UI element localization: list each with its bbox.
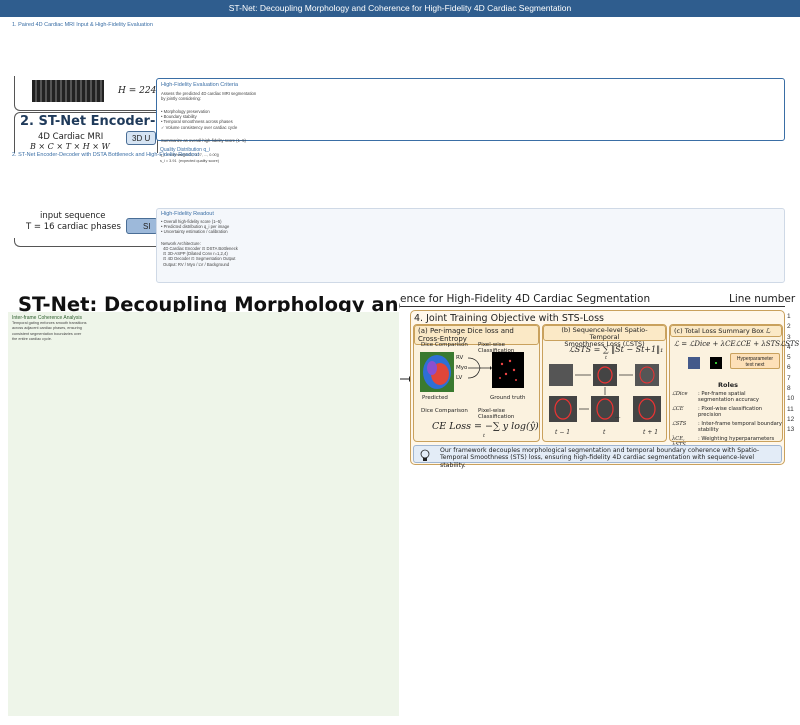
right-title-fragment: ence for High-Fidelity 4D Cardiac Segmen…: [400, 293, 651, 305]
role-symbol: ℒDice: [672, 391, 688, 397]
lv-label: LV: [456, 375, 463, 381]
readout-title: High-Fidelity Readout: [161, 211, 214, 217]
pixel-bottom-label: Pixel-wise Classification: [478, 408, 515, 420]
role-symbol: ℒCE: [672, 406, 684, 412]
sts-formula-sub: t: [605, 355, 608, 361]
temporal-frames-image: [549, 364, 661, 422]
coherence-card: Inter-frame Coherence Analysis Temporal …: [8, 312, 399, 716]
line-number-column: 1 2 3 4 5 6 7 8 10 11 12 13: [787, 312, 800, 436]
section1-link[interactable]: 1. Paired 4D Cardiac MRI Input & High-Fi…: [12, 22, 153, 28]
panel-b-title: (b) Sequence-level Spatio-Temporal Smoot…: [543, 325, 666, 348]
role-description: : Per-frame spatial segmentation accurac…: [698, 391, 759, 403]
hyperparameter-box: Hyperparameter text next: [730, 353, 780, 369]
t-label: t: [603, 429, 606, 436]
t-plus-label: t + 1: [643, 429, 659, 436]
section4-title: 4. Joint Training Objective with STS-Los…: [414, 313, 604, 324]
role-row: ℒSTS : Inter-frame temporal boundary stab…: [672, 421, 782, 433]
class-merge-arrows-icon: [467, 357, 492, 379]
section4-container: 4. Joint Training Objective with STS-Los…: [410, 310, 799, 469]
line-number: 6: [787, 364, 791, 372]
window-title-bar: ST-Net: Decoupling Morphology and Cohere…: [0, 0, 800, 17]
mri-stack-image: [32, 80, 104, 102]
h-equation: H = 224,: [118, 86, 160, 96]
window-title: ST-Net: Decoupling Morphology and Cohere…: [228, 3, 572, 13]
section2-link[interactable]: 2. ST-Net Encoder-Decoder with DSTA Bott…: [12, 152, 199, 158]
line-number: 5: [787, 354, 791, 362]
role-symbol: ℒSTS: [672, 421, 687, 427]
rv-label: RV: [456, 355, 464, 361]
role-description: : Inter-frame temporal boundary stabilit…: [698, 421, 783, 433]
panel-c-title: (c) Total Loss Summary Box ℒ: [670, 325, 782, 337]
line-number: 1: [787, 313, 791, 320]
t-equation: T = 16 cardiac phases: [26, 222, 121, 232]
evaluation-criteria: • Morphology preservation • Boundary sta…: [161, 109, 238, 130]
readout-card: High-Fidelity Readout • Overall high-fid…: [156, 208, 785, 283]
section4-footer: Our framework decouples morphological se…: [413, 445, 782, 469]
ground-truth-label: Ground truth: [490, 395, 526, 401]
encoder-box-label: SI: [143, 222, 151, 231]
line-number: 10: [787, 395, 795, 403]
readout-items: • Overall high-fidelity score (1–5) • Pr…: [161, 219, 230, 235]
line-number: 2: [787, 323, 791, 331]
title-rule: [400, 306, 785, 307]
encoder-box: SI: [126, 218, 158, 234]
quality-line2: s_i = 3.91 (expected quality score): [160, 159, 219, 163]
heart-segmentation-image: [420, 352, 454, 392]
mri-dims: B × C × T × H × W: [30, 142, 110, 151]
role-description: : Pixel-wise classification precision: [698, 406, 763, 418]
panel-a: (a) Per-image Dice loss and Cross-Entrop…: [413, 324, 540, 442]
lightbulb-icon: [420, 449, 430, 461]
line-number: 8: [787, 385, 791, 393]
t-minus-label: t − 1: [555, 429, 571, 436]
line-number: 13: [787, 426, 795, 434]
predicted-label: Predicted: [422, 395, 448, 401]
line-number: 12: [787, 415, 795, 423]
panel-b-title-line1: (b) Sequence-level Spatio-Temporal: [561, 326, 648, 341]
role-row: ℒDice : Per-frame spatial segmentation ac…: [672, 391, 782, 403]
evaluation-intro: Assess the predicted 4D cardiac MRI segm…: [161, 91, 257, 102]
frames-ellipsis: ...: [615, 413, 621, 420]
hyperparameter-line2: text next: [745, 362, 765, 368]
coherence-body: Temporal gating enforces smooth transiti…: [12, 321, 87, 342]
unet-box: 3D U: [126, 131, 156, 145]
line-number-label: Line number: [729, 293, 796, 305]
loss-term-icons: [688, 357, 722, 369]
total-loss-formula: ℒ = ℒDice + λCEℒCE + λSTSℒSTS: [674, 340, 800, 348]
section2-lower-frame: [14, 238, 157, 247]
unet-label: 3D U: [132, 134, 151, 143]
dice-bottom-label: Dice Comparison: [421, 408, 468, 414]
panel-c: (c) Total Loss Summary Box ℒ ℒ = ℒDice +…: [669, 324, 799, 448]
pixel-classification-image: [492, 352, 524, 388]
architecture-list: 4D Cardiac Encoder ⊡ DSTA Bottleneck ⊡ 3…: [163, 246, 238, 267]
role-row: ℒCE : Pixel-wise classification precision: [672, 406, 782, 418]
panel-b: (b) Sequence-level Spatio-Temporal Smoot…: [542, 324, 667, 442]
sts-formula: ℒSTS = ∑ ‖St − St+1‖₁: [569, 345, 664, 354]
roles-list: ℒDice : Per-frame spatial segmentation ac…: [672, 391, 782, 451]
footer-text: Our framework decouples morphological se…: [440, 447, 760, 469]
roles-title: Roles: [718, 381, 738, 389]
input-sequence-label: input sequence: [40, 211, 106, 221]
ce-formula-sub: t: [483, 433, 486, 439]
line-number: 11: [787, 405, 794, 413]
evaluation-summary: Summarize as overall high-fidelity score…: [161, 138, 246, 143]
line-number: 7: [787, 374, 791, 382]
evaluation-title: High-Fidelity Evaluation Criteria: [161, 82, 239, 88]
evaluation-card: High-Fidelity Evaluation Criteria Assess…: [156, 78, 785, 143]
mri-label: 4D Cardiac MRI: [38, 132, 104, 142]
ce-formula: CE Loss = −∑ y log(ŷ): [432, 421, 539, 432]
dice-label: Dice Comparison: [421, 342, 468, 348]
